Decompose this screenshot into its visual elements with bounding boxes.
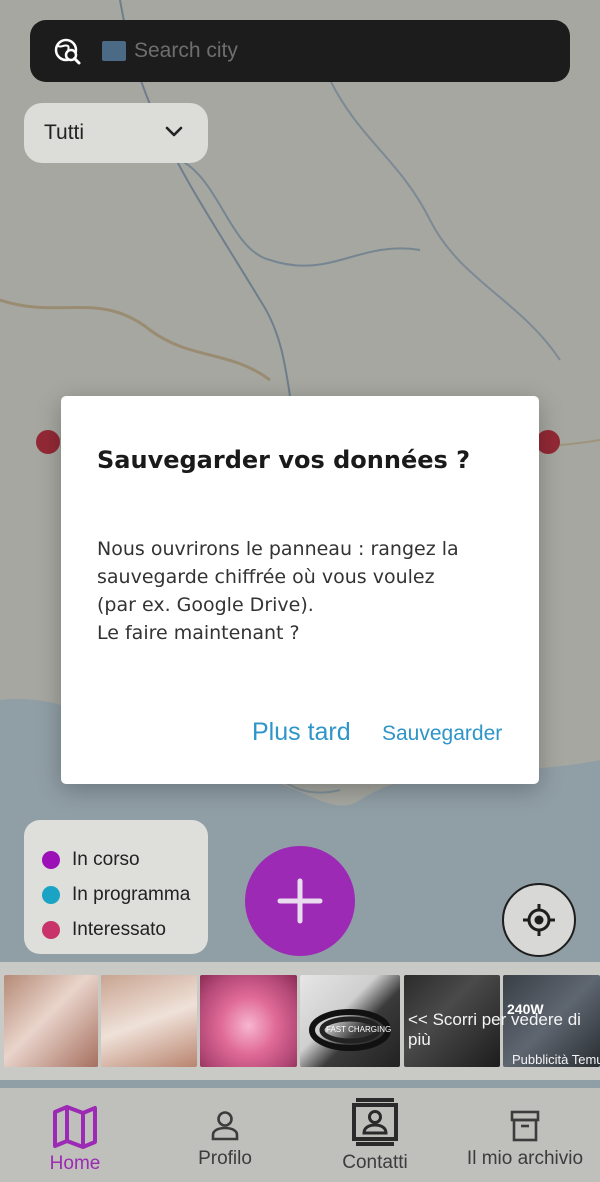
cable-label: FAST CHARGING [326, 1025, 391, 1034]
plus-icon [277, 878, 323, 924]
legend-item: Interessato [42, 912, 208, 947]
ad-thumb-lips[interactable] [200, 975, 297, 1067]
nav-contacts[interactable]: Contatti [325, 1088, 425, 1182]
dialog-message-line: Nous ouvrirons le panneau : rangez la [97, 538, 459, 560]
crosshair-icon [523, 904, 555, 936]
status-legend: In corso In programma Interessato [24, 820, 208, 954]
archive-icon [510, 1110, 540, 1142]
cable-icon: FAST CHARGING [309, 1009, 391, 1051]
search-input[interactable]: Search city [134, 39, 238, 63]
my-location-button[interactable] [502, 883, 576, 957]
dialog-message-line: Le faire maintenant ? [97, 622, 300, 644]
dialog-message: Nous ouvrirons le panneau : rangez la sa… [97, 535, 517, 647]
legend-label: In corso [72, 848, 140, 870]
flag-icon [102, 41, 126, 61]
dialog-message-line: sauvegarde chiffrée où vous voulez [97, 566, 435, 588]
legend-item: In programma [42, 877, 208, 912]
category-filter-dropdown[interactable]: Tutti [24, 103, 208, 163]
chevron-down-icon [164, 124, 184, 143]
nav-profile[interactable]: Profilo [175, 1088, 275, 1182]
nav-archive[interactable]: Il mio archivio [460, 1088, 590, 1182]
later-button[interactable]: Plus tard [252, 718, 351, 747]
legend-dot-in-progress [42, 850, 60, 869]
dialog-message-line: (par ex. Google Drive). [97, 594, 314, 616]
nav-archive-label: Il mio archivio [466, 1148, 584, 1169]
filter-selected-value: Tutti [44, 121, 85, 144]
nav-contacts-label: Contatti [342, 1152, 408, 1173]
ad-thumb-nails[interactable] [4, 975, 98, 1067]
nav-home[interactable]: Home [25, 1088, 125, 1182]
legend-item: In corso [42, 842, 208, 877]
ad-thumb-manicure[interactable] [101, 975, 197, 1067]
nav-profile-label: Profilo [198, 1148, 252, 1169]
map-icon [53, 1105, 97, 1149]
bottom-navigation: Home Profilo Contatti Il mio archivio [0, 1088, 600, 1182]
legend-dot-interested [42, 920, 60, 939]
add-trip-button[interactable] [245, 846, 355, 956]
save-button[interactable]: Sauvegarder [382, 722, 502, 746]
legend-dot-planned [42, 885, 60, 904]
contacts-icon [352, 1098, 398, 1146]
globe-search-icon[interactable] [52, 36, 82, 66]
ad-thumb-usb-cable[interactable]: FAST CHARGING [300, 975, 400, 1067]
backup-dialog: Sauvegarder vos données ? Nous ouvrirons… [61, 396, 539, 784]
swipe-hint: << Scorri per vedere di più [408, 1010, 581, 1049]
legend-label: In programma [72, 883, 191, 905]
legend-label: Interessato [72, 918, 166, 940]
person-icon [211, 1111, 239, 1141]
dialog-title: Sauvegarder vos données ? [97, 446, 471, 474]
ad-badge: Pubblicità Temu [512, 1052, 600, 1067]
nav-home-label: Home [49, 1153, 101, 1174]
search-bar[interactable]: Search city [30, 20, 570, 82]
